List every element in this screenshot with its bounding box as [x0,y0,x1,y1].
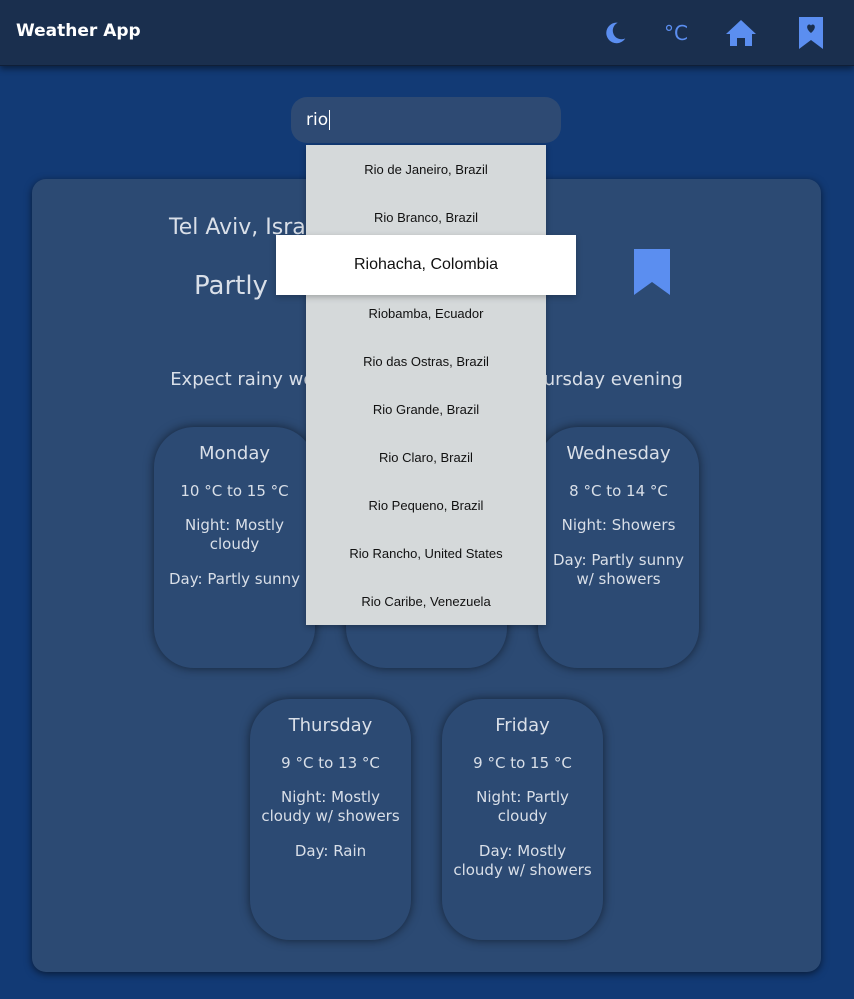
bookmark-heart-icon[interactable] [794,16,828,50]
day-forecast: Day: Mostly cloudy w/ showers [453,842,592,879]
suggestion-item[interactable]: Riobamba, Ecuador [306,289,546,337]
search-suggestions: Rio de Janeiro, Brazil Rio Branco, Brazil… [306,145,546,625]
day-card-friday: Friday 9 °C to 15 °C Night: Partly cloudy D… [442,699,603,940]
day-name: Friday [495,715,550,736]
day-name: Thursday [288,715,373,736]
temp-range: 9 °C to 13 °C [281,754,380,772]
day-forecast: Day: Rain [294,842,367,860]
day-forecast: Day: Partly sunny w/ showers [553,551,684,588]
bookmark-icon[interactable] [634,249,670,301]
night-forecast: Night: Mostly cloudy w/ showers [261,788,400,825]
search-input-value: rio [306,110,329,130]
night-forecast: Night: Showers [561,516,676,534]
suggestion-item[interactable]: Rio Pequeno, Brazil [306,481,546,529]
search-input[interactable]: rio [291,97,561,143]
temp-range: 9 °C to 15 °C [473,754,572,772]
day-name: Monday [198,443,271,464]
suggestion-item[interactable]: Rio Caribe, Venezuela [306,577,546,625]
night-forecast: Night: Partly cloudy [476,788,569,825]
temp-range: 8 °C to 14 °C [569,482,668,500]
temp-range: 10 °C to 15 °C [180,482,289,500]
moon-icon[interactable] [600,16,630,50]
suggestion-item[interactable]: Rio das Ostras, Brazil [306,337,546,385]
day-card-thursday: Thursday 9 °C to 13 °C Night: Mostly cloud… [250,699,411,940]
suggestion-item[interactable]: Rio Claro, Brazil [306,433,546,481]
suggestion-item[interactable]: Rio de Janeiro, Brazil [306,145,546,193]
suggestion-item[interactable]: Rio Grande, Brazil [306,385,546,433]
text-caret [329,110,331,130]
day-name: Wednesday [566,443,671,464]
app-title: Weather App [16,21,141,41]
suggestion-highlighted[interactable]: Riohacha, Colombia [276,235,576,295]
home-icon[interactable] [724,16,758,50]
suggestion-item[interactable]: Rio Rancho, United States [306,529,546,577]
app-header: Weather App °C [0,0,854,66]
night-forecast: Night: Mostly cloudy [185,516,284,553]
suggestion-item[interactable]: Rio Branco, Brazil [306,193,546,241]
day-card-wednesday: Wednesday 8 °C to 14 °C Night: Showers Day:… [538,427,699,668]
day-card-monday: Monday 10 °C to 15 °C Night: Mostly cloudy… [154,427,315,668]
day-forecast: Day: Partly sunny [169,570,300,588]
unit-toggle[interactable]: °C [660,16,692,50]
